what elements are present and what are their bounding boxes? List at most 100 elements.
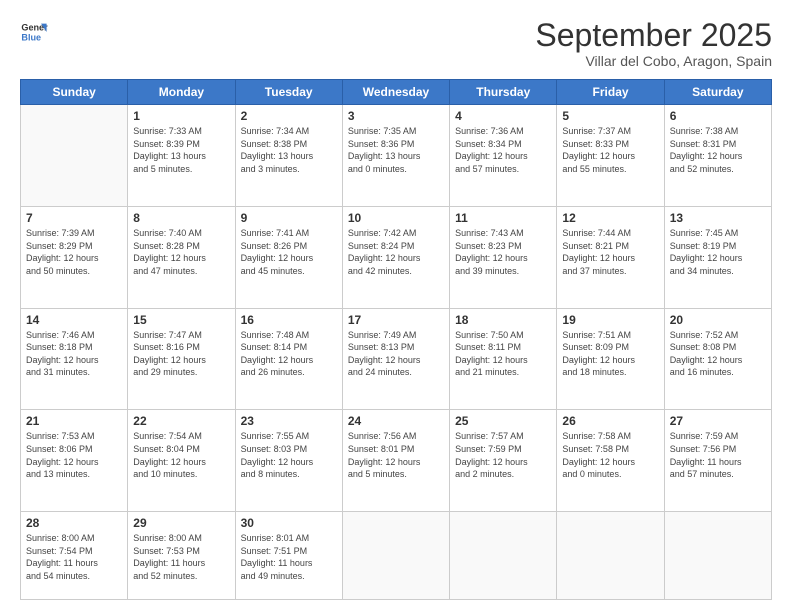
day-info: Sunrise: 7:36 AMSunset: 8:34 PMDaylight:… (455, 125, 551, 175)
calendar-cell: 29Sunrise: 8:00 AMSunset: 7:53 PMDayligh… (128, 512, 235, 600)
calendar-cell: 22 Sunrise: 7:54 AMSunset: 8:04 PMDayligh… (128, 410, 235, 512)
day-info: Sunrise: 7:33 AMSunset: 8:39 PMDaylight:… (133, 125, 229, 175)
day-info: Sunrise: 7:52 AMSunset: 8:08 PMDaylight:… (670, 329, 766, 379)
calendar-cell: 16 Sunrise: 7:48 AMSunset: 8:14 PMDayligh… (235, 308, 342, 410)
day-info: Sunrise: 7:57 AMSunset: 7:59 PMDaylight:… (455, 430, 551, 480)
day-info: Sunrise: 7:45 AMSunset: 8:19 PMDaylight:… (670, 227, 766, 277)
day-info: Sunrise: 7:34 AMSunset: 8:38 PMDaylight:… (241, 125, 337, 175)
day-number: 29 (133, 516, 229, 530)
calendar-cell: 9 Sunrise: 7:41 AMSunset: 8:26 PMDaylight… (235, 206, 342, 308)
calendar-cell (664, 512, 771, 600)
day-info: Sunrise: 7:56 AMSunset: 8:01 PMDaylight:… (348, 430, 444, 480)
day-number: 15 (133, 313, 229, 327)
day-number: 23 (241, 414, 337, 428)
day-info: Sunrise: 7:35 AMSunset: 8:36 PMDaylight:… (348, 125, 444, 175)
header-thursday: Thursday (450, 80, 557, 105)
day-info: Sunrise: 7:58 AMSunset: 7:58 PMDaylight:… (562, 430, 658, 480)
calendar-cell: 30 Sunrise: 8:01 AMSunset: 7:51 PMDayligh… (235, 512, 342, 600)
day-number: 26 (562, 414, 658, 428)
calendar-cell: 23 Sunrise: 7:55 AMSunset: 8:03 PMDayligh… (235, 410, 342, 512)
day-number: 14 (26, 313, 122, 327)
svg-text:Blue: Blue (21, 32, 41, 42)
page: General Blue General Blue September 2025… (0, 0, 792, 612)
day-number: 6 (670, 109, 766, 123)
calendar-cell: 15 Sunrise: 7:47 AMSunset: 8:16 PMDayligh… (128, 308, 235, 410)
calendar-cell: 25 Sunrise: 7:57 AMSunset: 7:59 PMDayligh… (450, 410, 557, 512)
day-number: 24 (348, 414, 444, 428)
header: General Blue General Blue September 2025… (20, 18, 772, 69)
day-number: 19 (562, 313, 658, 327)
day-number: 8 (133, 211, 229, 225)
day-info: Sunrise: 7:55 AMSunset: 8:03 PMDaylight:… (241, 430, 337, 480)
day-number: 27 (670, 414, 766, 428)
calendar-cell: 4 Sunrise: 7:36 AMSunset: 8:34 PMDaylight… (450, 105, 557, 207)
header-friday: Friday (557, 80, 664, 105)
day-number: 3 (348, 109, 444, 123)
logo-icon: General Blue (20, 18, 48, 46)
weekday-header-row: Sunday Monday Tuesday Wednesday Thursday… (21, 80, 772, 105)
calendar-cell: 27 Sunrise: 7:59 AMSunset: 7:56 PMDayligh… (664, 410, 771, 512)
day-info: Sunrise: 7:50 AMSunset: 8:11 PMDaylight:… (455, 329, 551, 379)
day-info: Sunrise: 7:49 AMSunset: 8:13 PMDaylight:… (348, 329, 444, 379)
calendar-cell: 26 Sunrise: 7:58 AMSunset: 7:58 PMDayligh… (557, 410, 664, 512)
day-number: 13 (670, 211, 766, 225)
calendar-cell: 2 Sunrise: 7:34 AMSunset: 8:38 PMDaylight… (235, 105, 342, 207)
calendar-cell: 19 Sunrise: 7:51 AMSunset: 8:09 PMDayligh… (557, 308, 664, 410)
day-number: 25 (455, 414, 551, 428)
calendar-cell: 5Sunrise: 7:37 AMSunset: 8:33 PMDaylight… (557, 105, 664, 207)
header-sunday: Sunday (21, 80, 128, 105)
day-number: 4 (455, 109, 551, 123)
day-number: 21 (26, 414, 122, 428)
header-wednesday: Wednesday (342, 80, 449, 105)
day-number: 10 (348, 211, 444, 225)
day-info: Sunrise: 7:54 AMSunset: 8:04 PMDaylight:… (133, 430, 229, 480)
header-tuesday: Tuesday (235, 80, 342, 105)
day-info: Sunrise: 8:01 AMSunset: 7:51 PMDaylight:… (241, 532, 337, 582)
day-number: 12 (562, 211, 658, 225)
calendar-cell: 24 Sunrise: 7:56 AMSunset: 8:01 PMDayligh… (342, 410, 449, 512)
day-number: 11 (455, 211, 551, 225)
header-saturday: Saturday (664, 80, 771, 105)
day-number: 1 (133, 109, 229, 123)
day-info: Sunrise: 7:39 AMSunset: 8:29 PMDaylight:… (26, 227, 122, 277)
calendar-cell: 13 Sunrise: 7:45 AMSunset: 8:19 PMDayligh… (664, 206, 771, 308)
day-number: 28 (26, 516, 122, 530)
calendar-cell: 11 Sunrise: 7:43 AMSunset: 8:23 PMDayligh… (450, 206, 557, 308)
calendar-cell: 12 Sunrise: 7:44 AMSunset: 8:21 PMDayligh… (557, 206, 664, 308)
day-number: 9 (241, 211, 337, 225)
day-info: Sunrise: 7:38 AMSunset: 8:31 PMDaylight:… (670, 125, 766, 175)
day-info: Sunrise: 7:48 AMSunset: 8:14 PMDaylight:… (241, 329, 337, 379)
calendar-table: Sunday Monday Tuesday Wednesday Thursday… (20, 79, 772, 600)
day-info: Sunrise: 7:47 AMSunset: 8:16 PMDaylight:… (133, 329, 229, 379)
day-info: Sunrise: 7:43 AMSunset: 8:23 PMDaylight:… (455, 227, 551, 277)
calendar-cell: 14 Sunrise: 7:46 AMSunset: 8:18 PMDayligh… (21, 308, 128, 410)
calendar-cell (450, 512, 557, 600)
day-info: Sunrise: 7:44 AMSunset: 8:21 PMDaylight:… (562, 227, 658, 277)
calendar-cell: 10Sunrise: 7:42 AMSunset: 8:24 PMDayligh… (342, 206, 449, 308)
calendar-cell: 18 Sunrise: 7:50 AMSunset: 8:11 PMDayligh… (450, 308, 557, 410)
calendar-cell (557, 512, 664, 600)
day-number: 30 (241, 516, 337, 530)
day-info: Sunrise: 7:37 AMSunset: 8:33 PMDaylight:… (562, 125, 658, 175)
day-info: Sunrise: 7:51 AMSunset: 8:09 PMDaylight:… (562, 329, 658, 379)
day-number: 2 (241, 109, 337, 123)
calendar-cell: 7Sunrise: 7:39 AMSunset: 8:29 PMDaylight… (21, 206, 128, 308)
day-number: 17 (348, 313, 444, 327)
month-title: September 2025 (535, 18, 772, 53)
day-number: 20 (670, 313, 766, 327)
logo: General Blue General Blue (20, 18, 48, 46)
calendar-cell: 20 Sunrise: 7:52 AMSunset: 8:08 PMDayligh… (664, 308, 771, 410)
calendar-cell: 6 Sunrise: 7:38 AMSunset: 8:31 PMDaylight… (664, 105, 771, 207)
day-number: 16 (241, 313, 337, 327)
day-number: 22 (133, 414, 229, 428)
day-info: Sunrise: 7:46 AMSunset: 8:18 PMDaylight:… (26, 329, 122, 379)
day-info: Sunrise: 7:59 AMSunset: 7:56 PMDaylight:… (670, 430, 766, 480)
calendar-cell: 8Sunrise: 7:40 AMSunset: 8:28 PMDaylight… (128, 206, 235, 308)
calendar-cell: 17 Sunrise: 7:49 AMSunset: 8:13 PMDayligh… (342, 308, 449, 410)
calendar-cell: 21 Sunrise: 7:53 AMSunset: 8:06 PMDayligh… (21, 410, 128, 512)
day-number: 18 (455, 313, 551, 327)
day-info: Sunrise: 7:53 AMSunset: 8:06 PMDaylight:… (26, 430, 122, 480)
day-info: Sunrise: 7:41 AMSunset: 8:26 PMDaylight:… (241, 227, 337, 277)
calendar-cell: 28Sunrise: 8:00 AMSunset: 7:54 PMDayligh… (21, 512, 128, 600)
calendar-cell (21, 105, 128, 207)
